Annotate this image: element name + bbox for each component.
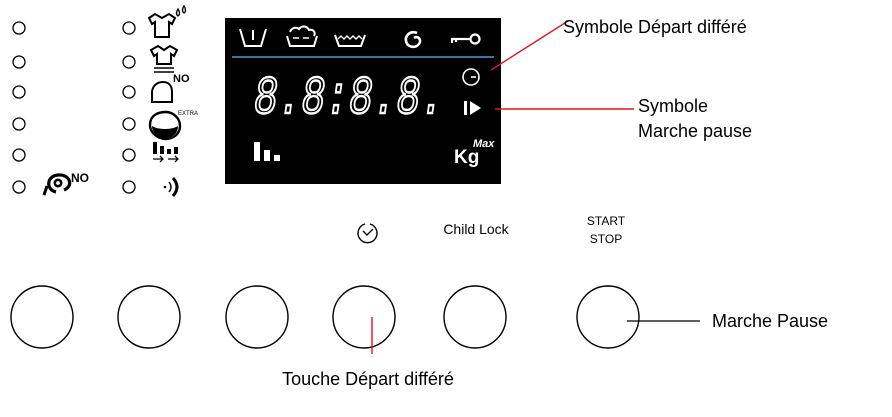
stain-icon: [147, 4, 187, 38]
delay-timer-label-icon: [357, 223, 378, 244]
child-lock-label: Child Lock: [443, 221, 509, 237]
lcd-display: 8.8:8.8. Kg Max: [225, 18, 501, 184]
no-iron-icon: NO: [151, 73, 190, 103]
led-indicator: [12, 148, 26, 162]
led-indicator: [122, 117, 136, 131]
bars-arrows-icon: [153, 142, 179, 163]
start-label: START: [587, 214, 626, 228]
delayed-start-symbol-label: Symbole Départ différé: [563, 17, 747, 37]
delay-button-label: Touche Départ différé: [282, 369, 454, 389]
stop-label: STOP: [590, 232, 622, 246]
pause-button-label: Marche Pause: [712, 311, 828, 331]
delay-start-button[interactable]: [332, 285, 396, 349]
kg-label: Kg: [454, 147, 479, 168]
led-indicator: [12, 21, 26, 35]
led-indicator: [12, 117, 26, 131]
delayed-start-callout-line: [490, 20, 569, 71]
child-lock-button[interactable]: [443, 285, 507, 349]
right-led-column: [122, 21, 136, 194]
left-led-column: [12, 21, 26, 194]
led-indicator: [12, 55, 26, 69]
led-indicator: [12, 85, 26, 99]
pause-symbol-label-line2: Marche pause: [638, 121, 752, 141]
svg-text:EXTRA: EXTRA: [178, 111, 198, 117]
segment-digits: 8.8:8.8.: [254, 69, 444, 130]
led-indicator: [122, 85, 136, 99]
option-button-3[interactable]: [225, 285, 289, 349]
led-indicator: [122, 55, 136, 69]
max-label: Max: [473, 138, 495, 150]
led-indicator: [12, 180, 26, 194]
sound-icon: [163, 177, 179, 197]
start-stop-button[interactable]: [576, 285, 640, 349]
extra-rinse-icon: EXTRA: [148, 110, 198, 141]
svg-text:NO: NO: [173, 73, 190, 85]
led-indicator: [122, 21, 136, 35]
option-button-1[interactable]: [10, 285, 74, 349]
svg-text:NO: NO: [71, 171, 89, 185]
led-indicator: [122, 148, 136, 162]
option-button-2[interactable]: [117, 285, 181, 349]
led-indicator: [122, 180, 136, 194]
pause-symbol-label-line1: Symbole: [638, 96, 708, 116]
shirt-iron-icon: [149, 44, 179, 73]
no-spin-icon: NO: [42, 171, 89, 196]
washing-machine-control-panel: NO NO EXTRA 8.8:8.8. Kg Max Child Lock S…: [10, 4, 828, 389]
